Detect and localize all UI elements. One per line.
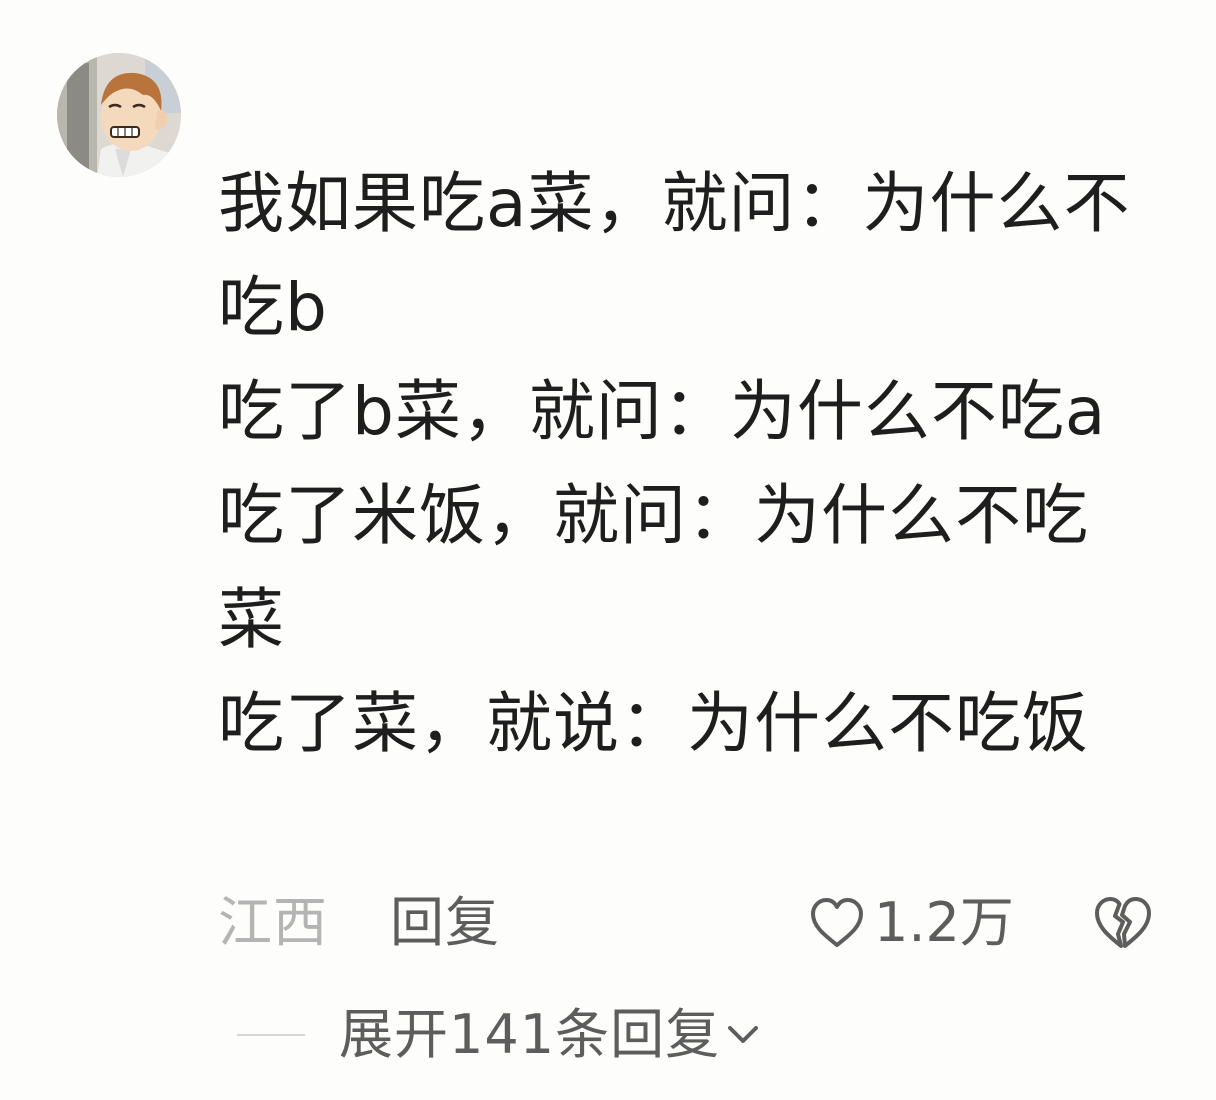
- comment-line: 菜: [218, 581, 285, 658]
- divider: [237, 1034, 305, 1036]
- comment-text: 我如果吃a菜，就问：为什么不 吃b 吃了b菜，就问：为什么不吃a 吃了米饭，就问…: [218, 152, 1148, 776]
- broken-heart-icon: [1095, 897, 1151, 948]
- comment-line: 吃b: [218, 269, 328, 346]
- location-label: 江西: [218, 891, 328, 954]
- chevron-down-icon: [728, 1026, 759, 1043]
- dislike-button[interactable]: [1092, 892, 1154, 954]
- comment-line: 吃了米饭，就问：为什么不吃: [218, 477, 1089, 554]
- reply-button[interactable]: 回复: [390, 888, 500, 958]
- like-button[interactable]: 1.2万: [808, 888, 1014, 958]
- comment-actions: 江西 回复 1.2万: [218, 888, 1158, 958]
- expand-replies-button[interactable]: 展开141条回复: [237, 1000, 760, 1070]
- comment-line: 我如果吃a菜，就问：为什么不: [218, 165, 1131, 242]
- heart-outline-icon: [811, 898, 863, 947]
- comment-line: 吃了菜，就说：为什么不吃饭: [218, 685, 1089, 762]
- comment-line: 吃了b菜，就问：为什么不吃a: [218, 373, 1107, 450]
- comment-page: 我如果吃a菜，就问：为什么不 吃b 吃了b菜，就问：为什么不吃a 吃了米饭，就问…: [0, 0, 1216, 1100]
- expand-replies-label: 展开141条回复: [339, 1003, 721, 1066]
- avatar[interactable]: [57, 53, 181, 177]
- avatar-image: [57, 53, 181, 177]
- like-count: 1.2万: [874, 891, 1014, 954]
